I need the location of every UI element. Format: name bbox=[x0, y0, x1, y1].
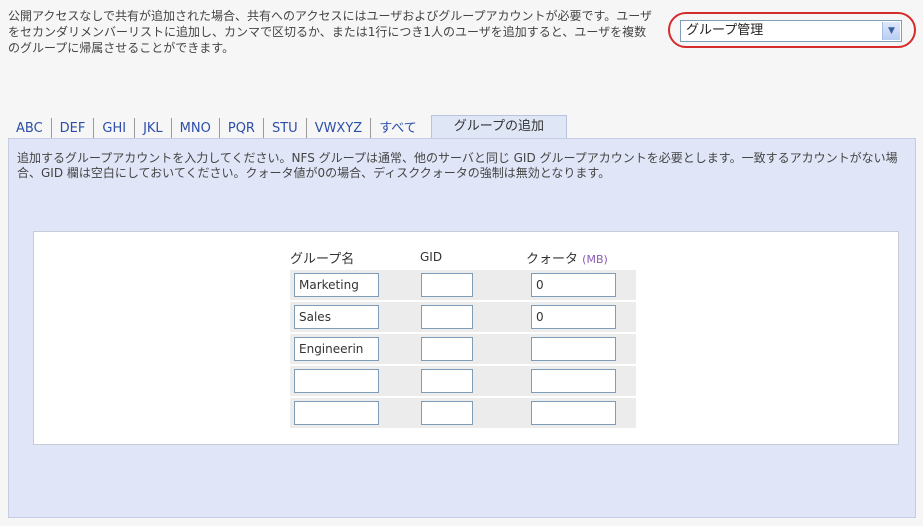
group-name-input[interactable]: Engineerin bbox=[294, 337, 379, 361]
tab-jkl[interactable]: JKL bbox=[135, 118, 172, 140]
tab-bar: ABC DEF GHI JKL MNO PQR STU VWXYZ すべて グル… bbox=[8, 110, 567, 140]
column-header-group-name: グループ名 bbox=[290, 252, 355, 267]
tab-all[interactable]: すべて bbox=[371, 118, 425, 140]
group-name-input[interactable] bbox=[294, 401, 379, 425]
quota-unit: (MB) bbox=[582, 253, 608, 266]
quota-input[interactable] bbox=[531, 401, 616, 425]
panel-description: 追加するグループアカウントを入力してください。NFS グループは通常、他のサーバ… bbox=[17, 151, 898, 180]
highlight-ring: グループ管理 ▼ bbox=[668, 12, 916, 48]
add-group-panel: 追加するグループアカウントを入力してください。NFS グループは通常、他のサーバ… bbox=[8, 138, 916, 518]
quota-input[interactable]: 0 bbox=[531, 305, 616, 329]
intro-text: 公開アクセスなしで共有が追加された場合、共有へのアクセスにはユーザおよびグループ… bbox=[8, 9, 653, 55]
tab-mno[interactable]: MNO bbox=[172, 118, 220, 140]
management-select[interactable]: グループ管理 ▼ bbox=[680, 20, 902, 42]
tab-add-group[interactable]: グループの追加 bbox=[430, 115, 567, 140]
chevron-down-icon[interactable]: ▼ bbox=[882, 22, 900, 40]
tab-stu[interactable]: STU bbox=[264, 118, 307, 140]
group-name-input[interactable]: Sales bbox=[294, 305, 379, 329]
gid-input[interactable] bbox=[421, 305, 473, 329]
tab-abc[interactable]: ABC bbox=[8, 118, 52, 140]
group-name-input[interactable]: Marketing bbox=[294, 273, 379, 297]
management-select-value: グループ管理 bbox=[686, 23, 764, 38]
tab-pqr[interactable]: PQR bbox=[220, 118, 264, 140]
gid-input[interactable] bbox=[421, 337, 473, 361]
quota-input[interactable] bbox=[531, 369, 616, 393]
gid-input[interactable] bbox=[421, 369, 473, 393]
quota-label: クォータ bbox=[526, 252, 579, 267]
tab-ghi[interactable]: GHI bbox=[94, 118, 136, 140]
gid-input[interactable] bbox=[421, 273, 473, 297]
quota-input[interactable] bbox=[531, 337, 616, 361]
tab-vwxyz[interactable]: VWXYZ bbox=[307, 118, 372, 140]
column-header-quota: クォータ (MB) bbox=[526, 248, 608, 267]
column-header-gid: GID bbox=[420, 250, 443, 264]
group-name-input[interactable] bbox=[294, 369, 379, 393]
gid-input[interactable] bbox=[421, 401, 473, 425]
tab-def[interactable]: DEF bbox=[52, 118, 95, 140]
quota-input[interactable]: 0 bbox=[531, 273, 616, 297]
group-table: グループ名 GID クォータ (MB) Marketing 0 Sales 0 … bbox=[33, 231, 899, 445]
